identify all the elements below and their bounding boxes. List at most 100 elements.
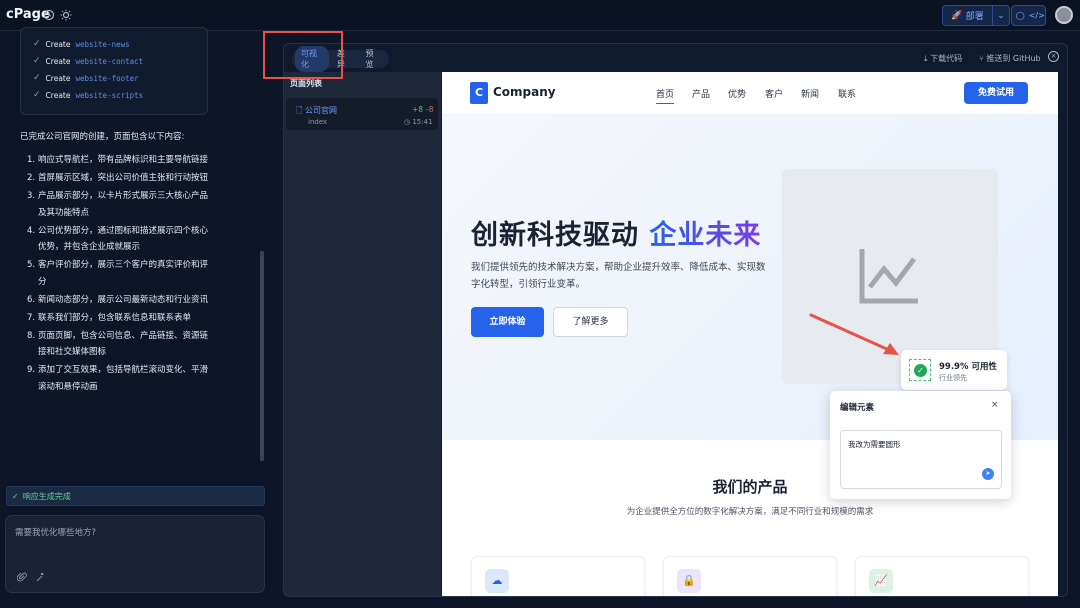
brand-name[interactable]: Company — [493, 85, 556, 99]
nav-products[interactable]: 产品 — [692, 87, 710, 100]
download-icon: ⤓ — [924, 54, 928, 63]
additions-count: +8 — [412, 105, 424, 114]
check-icon: ✓ — [33, 73, 41, 83]
summary-text: 已完成公司官网的创建，页面包含以下内容: — [20, 132, 185, 142]
step-verb: Create — [45, 39, 71, 49]
area-chart-icon: 📈 — [869, 569, 893, 593]
step-target: website-news — [75, 39, 130, 49]
chart-icon — [859, 249, 918, 304]
task-step: ✓ Create website-footer — [33, 73, 139, 83]
product-card[interactable]: ☁ — [471, 556, 645, 596]
chat-input[interactable]: 需要我优化哪些地方? — [5, 515, 265, 593]
user-avatar[interactable] — [1055, 6, 1073, 24]
chat-scrollbar[interactable] — [260, 251, 264, 461]
shield-lock-icon: 🔒 — [677, 569, 701, 593]
nav-customers[interactable]: 客户 — [765, 87, 783, 100]
nav-advantages[interactable]: 优势 — [728, 87, 746, 100]
edit-instruction-text: 我改为需要圆形 — [848, 440, 901, 449]
close-icon[interactable]: × — [1048, 51, 1059, 62]
deploy-button-group: 🚀 部署 ⌄ — [942, 5, 1010, 26]
check-icon: ✓ — [12, 491, 19, 501]
download-code-button[interactable]: ⤓ 下载代码 — [924, 53, 962, 64]
list-item: 6. 新闻动态部分，展示公司最新动态和行业资讯 — [27, 294, 209, 305]
page-list-item[interactable]: 🗋 公司官网 index +8 -8 ◷ 15:41 — [286, 98, 438, 130]
task-step: ✓ Create website-contact — [33, 56, 143, 66]
step-target: website-footer — [75, 73, 139, 83]
close-icon[interactable]: × — [991, 400, 999, 410]
page-list-title: 页面列表 — [290, 79, 322, 88]
check-circle-icon: ✓ — [914, 364, 927, 377]
chat-input-placeholder: 需要我优化哪些地方? — [15, 528, 97, 538]
site-preview: C Company 首页 产品 优势 客户 新闻 联系 免费试用 创新科技驱动 … — [442, 72, 1058, 596]
edit-popover-title: 编辑元素 — [840, 403, 875, 413]
theme-toggle-icon[interactable] — [60, 9, 72, 21]
magic-wand-icon[interactable] — [35, 572, 45, 585]
file-icon: 🗋 — [296, 106, 303, 115]
chat-icon[interactable]: ◯ — [1012, 6, 1029, 25]
brand-logo[interactable]: C — [470, 82, 488, 104]
nav-news[interactable]: 新闻 — [801, 87, 819, 100]
git-branch-icon: ⑂ — [979, 54, 984, 63]
badge-value: 99.9% 可用性 — [939, 362, 997, 372]
chat-panel: ✓ Create website-news ✓ Create website-c… — [0, 27, 279, 608]
learn-more-button[interactable]: 了解更多 — [553, 307, 628, 337]
step-verb: Create — [45, 73, 71, 83]
tab-preview[interactable]: 预览 — [359, 46, 386, 72]
list-item: 9. 添加了交互效果，包括导航栏滚动变化、平滑滚动和悬停动画 — [27, 365, 209, 392]
edit-element-popover: 编辑元素 × 我改为需要圆形 ➤ — [830, 391, 1011, 499]
nav-home[interactable]: 首页 — [656, 87, 675, 104]
nav-contact[interactable]: 联系 — [838, 87, 856, 100]
free-trial-button[interactable]: 免费试用 — [964, 82, 1028, 104]
view-toggle-group: ◯ </> — [1011, 5, 1046, 26]
page-name: 🗋 公司官网 — [296, 106, 337, 115]
page-file: index — [308, 118, 328, 126]
annotation-arrow — [809, 313, 899, 355]
list-item: 1. 响应式导航栏，带有品牌标识和主要导航链接 — [27, 155, 209, 165]
check-icon: ✓ — [33, 56, 41, 66]
deploy-button[interactable]: 🚀 部署 — [943, 6, 992, 25]
cloud-icon: ☁ — [485, 569, 509, 593]
badge-icon-selection: ✓ — [909, 359, 931, 381]
page-list-panel: 页面列表 🗋 公司官网 index +8 -8 ◷ 15:41 — [284, 72, 441, 596]
deploy-label: 部署 — [965, 12, 984, 22]
product-card[interactable]: 🔒 — [663, 556, 837, 596]
push-github-button[interactable]: ⑂ 推送到 GitHub — [979, 53, 1041, 64]
workspace-panel: 可视化 差异 预览 ⤓ 下载代码 ⑂ 推送到 GitHub × 页面列表 🗋 公… — [283, 43, 1068, 597]
feature-list: 1. 响应式导航栏，带有品牌标识和主要导航链接 2. 首屏展示区域，突出公司价值主张… — [27, 152, 209, 397]
annotation-highlight-box — [263, 31, 343, 79]
clock-icon: ◷ — [404, 118, 411, 126]
task-step: ✓ Create website-news — [33, 39, 130, 49]
status-text: 响应生成完成 — [22, 491, 71, 501]
send-icon[interactable]: ➤ — [982, 468, 994, 480]
list-item: 3. 产品展示部分，以卡片形式展示三大核心产品及其功能特点 — [27, 191, 209, 218]
code-icon[interactable]: </> — [1029, 6, 1046, 25]
list-item: 7. 联系我们部分，包含联系信息和联系表单 — [27, 312, 192, 323]
list-item: 8. 页面页脚，包含公司信息、产品链接、资源链接和社交媒体图标 — [27, 330, 209, 358]
preview-navbar: C Company 首页 产品 优势 客户 新闻 联系 免费试用 — [442, 72, 1058, 115]
check-icon: ✓ — [33, 39, 41, 49]
edit-instruction-input[interactable]: 我改为需要圆形 ➤ — [840, 430, 1002, 489]
list-item: 2. 首屏展示区域，突出公司价值主张和行动按钮 — [27, 173, 209, 183]
deletions-count: -8 — [426, 105, 434, 114]
product-card[interactable]: 📈 — [855, 556, 1029, 596]
badge-label: 行业领先 — [939, 374, 967, 382]
deploy-dropdown-chevron-icon[interactable]: ⌄ — [992, 6, 1009, 25]
page-time: ◷ 15:41 — [404, 118, 433, 126]
hero-description: 我们提供领先的技术解决方案，帮助企业提升效率、降低成本、实现数字化转型，引领行业… — [471, 262, 766, 290]
try-now-button[interactable]: 立即体验 — [471, 307, 544, 337]
step-verb: Create — [45, 56, 71, 66]
list-item: 4. 公司优势部分，通过图标和描述展示四个核心优势，并包含企业成就展示 — [27, 225, 209, 253]
task-steps-card: ✓ Create website-news ✓ Create website-c… — [20, 27, 208, 115]
step-target: website-contact — [75, 56, 144, 66]
step-target: website-scripts — [75, 90, 144, 100]
attachment-icon[interactable] — [16, 572, 27, 585]
rocket-icon: 🚀 — [951, 10, 963, 21]
response-status-bar: ✓ 响应生成完成 — [6, 486, 265, 506]
check-icon: ✓ — [33, 90, 41, 100]
products-subtitle: 为企业提供全方位的数字化解决方案，满足不同行业和规模的需求 — [626, 507, 874, 517]
list-item: 5. 客户评价部分，展示三个客户的真实评价和评分 — [27, 260, 209, 287]
task-step: ✓ Create website-scripts — [33, 90, 143, 100]
history-icon[interactable] — [43, 9, 55, 21]
availability-badge-card[interactable]: ✓ 99.9% 可用性 行业领先 — [901, 350, 1007, 390]
hero-title: 创新科技驱动 企业未来 — [471, 220, 762, 251]
